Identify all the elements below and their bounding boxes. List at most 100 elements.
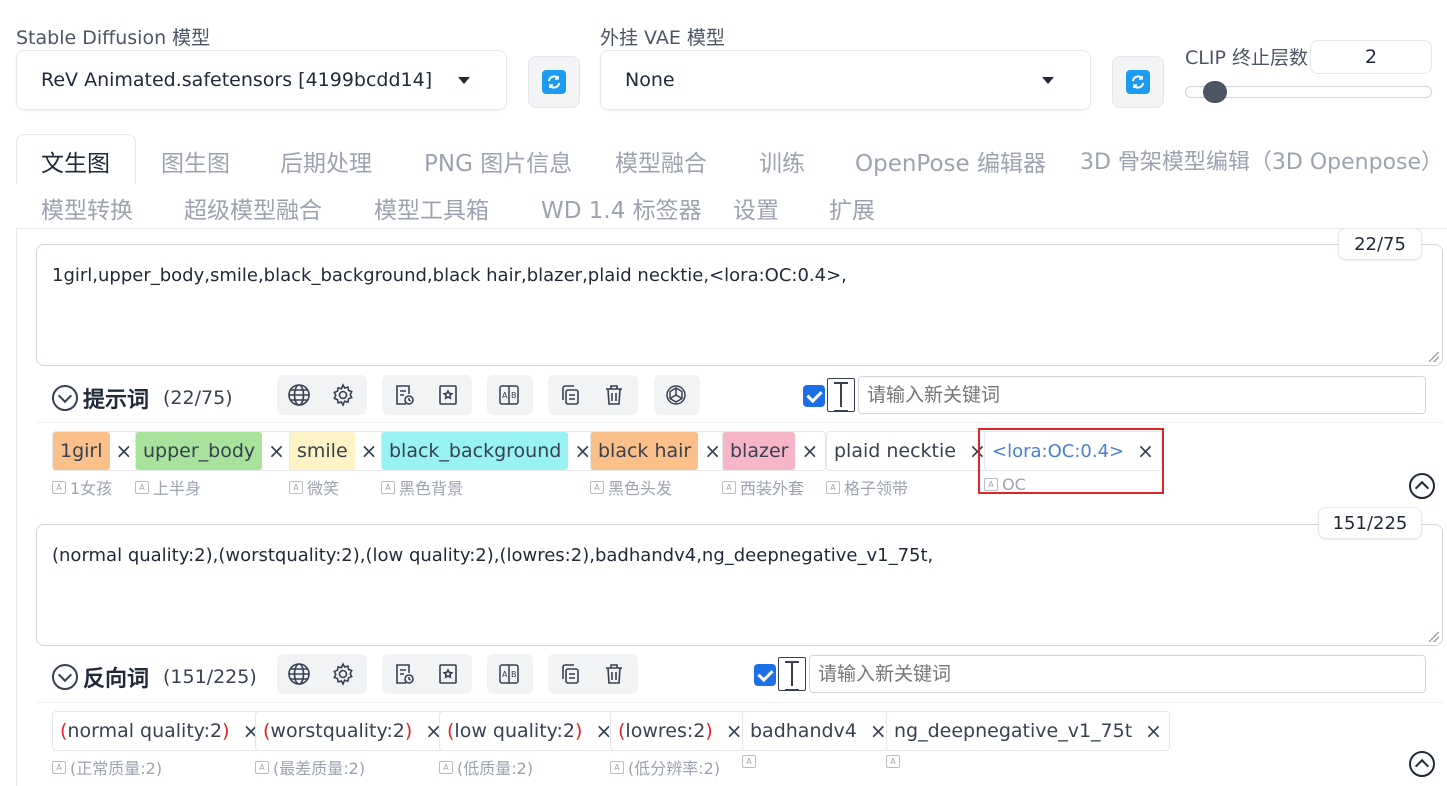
tag-text[interactable]: (normal quality:2) <box>53 712 237 750</box>
tag-item[interactable]: upper_body × A 上半身 <box>135 431 293 499</box>
negative-prompt-textarea[interactable]: (normal quality:2),(worstquality:2),(low… <box>36 524 1443 646</box>
tab-png-info[interactable]: PNG 图片信息 <box>424 144 572 178</box>
tab-openpose-editor[interactable]: OpenPose 编辑器 <box>855 144 1046 178</box>
tag-item[interactable]: plaid necktie × A 格子领带 <box>826 431 994 499</box>
tag-item-embedding[interactable]: badhandv4 × A <box>742 711 895 768</box>
history-icon[interactable] <box>382 375 426 415</box>
vae-refresh-button[interactable] <box>1112 56 1164 108</box>
prompt-token-counter: 22/75 <box>1338 228 1422 260</box>
tag-translation: (最差质量:2) <box>273 759 366 778</box>
bookmark-icon[interactable] <box>426 375 470 415</box>
trash-icon[interactable] <box>592 654 636 694</box>
tab-3d-openpose[interactable]: 3D 骨架模型编辑（3D Openpose） <box>1080 144 1443 176</box>
text-cursor-icon <box>827 378 855 412</box>
tag-text[interactable]: black_background <box>382 432 569 470</box>
tab-model-toolkit[interactable]: 模型工具箱 <box>374 191 489 225</box>
tag-item[interactable]: (lowres:2) × A (低分辨率:2) <box>610 711 751 779</box>
tag-item[interactable]: black_background × A 黑色背景 <box>381 431 600 499</box>
collapse-icon[interactable] <box>1409 473 1435 499</box>
tag-item[interactable]: (low quality:2) × A (低质量:2) <box>439 711 621 779</box>
tag-text[interactable]: upper_body <box>136 432 263 470</box>
tag-item[interactable]: blazer × A 西装外套 <box>722 431 827 499</box>
tag-item[interactable]: (worstquality:2) × A (最差质量:2) <box>255 711 451 779</box>
trash-icon[interactable] <box>592 375 636 415</box>
collapse-icon[interactable] <box>1409 751 1435 777</box>
tag-text[interactable]: blazer <box>723 432 796 470</box>
globe-icon[interactable] <box>277 654 321 694</box>
close-icon[interactable]: × <box>262 439 292 463</box>
tag-item-embedding[interactable]: ng_deepnegative_v1_75t × A <box>886 711 1170 768</box>
gear-icon[interactable] <box>321 654 365 694</box>
tab-wd14-tagger[interactable]: WD 1.4 标签器 <box>541 191 702 225</box>
vae-model-label: 外挂 VAE 模型 <box>600 27 725 49</box>
tag-item[interactable]: smile × A 微笑 <box>289 431 386 499</box>
tag-item[interactable]: black hair × A 黑色头发 <box>590 431 730 499</box>
negative-toolbar: 反向词 (151/225) AB <box>36 654 1443 694</box>
prompt-keyword-input[interactable] <box>858 376 1426 414</box>
vae-model-dropdown[interactable]: None <box>600 50 1091 110</box>
chevron-down-icon <box>458 77 470 84</box>
tab-extras[interactable]: 后期处理 <box>280 144 372 178</box>
prompt-tool-group-3: AB <box>487 375 533 415</box>
clip-skip-input[interactable]: 2 <box>1310 40 1432 74</box>
tag-text[interactable]: badhandv4 <box>743 712 864 750</box>
negative-enable-checkbox[interactable] <box>754 664 776 686</box>
tag-text[interactable]: (worstquality:2) <box>256 712 419 750</box>
tag-translation: 1女孩 <box>70 479 113 498</box>
tab-model-converter[interactable]: 模型转换 <box>41 191 133 225</box>
highlight-box <box>978 428 1164 494</box>
copy-icon[interactable] <box>548 654 592 694</box>
tag-item[interactable]: 1girl × A 1女孩 <box>52 431 141 499</box>
tag-text[interactable]: (low quality:2) <box>440 712 589 750</box>
tab-train[interactable]: 训练 <box>759 144 805 178</box>
translate-icon[interactable]: AB <box>487 375 531 415</box>
tag-text[interactable]: ng_deepnegative_v1_75t <box>887 712 1139 750</box>
bookmark-icon[interactable] <box>426 654 470 694</box>
tab-img2img[interactable]: 图生图 <box>161 144 230 178</box>
resize-handle[interactable] <box>1429 632 1439 642</box>
tab-extensions[interactable]: 扩展 <box>829 191 875 225</box>
translate-icon: A <box>722 480 736 494</box>
copy-icon[interactable] <box>548 375 592 415</box>
close-icon[interactable]: × <box>795 439 825 463</box>
prompt-enable-checkbox[interactable] <box>803 385 825 407</box>
prompt-title: 提示词 <box>83 388 150 413</box>
sd-refresh-button[interactable] <box>528 56 580 108</box>
prompt-text: 1girl,upper_body,smile,black_background,… <box>52 265 847 286</box>
clip-skip-slider-thumb[interactable] <box>1203 81 1227 103</box>
tag-translation: 上半身 <box>153 479 202 498</box>
tab-checkpoint-merger[interactable]: 模型融合 <box>615 144 707 178</box>
text-cursor-icon <box>778 657 806 691</box>
globe-icon[interactable] <box>277 375 321 415</box>
prompt-textarea[interactable]: 1girl,upper_body,smile,black_background,… <box>36 244 1443 366</box>
prompt-toolbar: 提示词 (22/75) AB <box>36 375 1443 415</box>
tab-settings[interactable]: 设置 <box>733 191 779 225</box>
tag-text[interactable]: black hair <box>591 432 699 470</box>
tag-text[interactable]: 1girl <box>53 432 110 470</box>
tag-translation: 黑色头发 <box>608 479 673 498</box>
translate-icon[interactable]: AB <box>487 654 531 694</box>
resize-handle[interactable] <box>1429 352 1439 362</box>
negative-keyword-input[interactable] <box>809 655 1426 693</box>
openai-icon[interactable] <box>654 375 698 415</box>
tag-text[interactable]: smile <box>290 432 355 470</box>
collapse-icon <box>52 385 78 411</box>
prompt-section-header[interactable]: 提示词 (22/75) <box>52 382 233 414</box>
close-icon[interactable]: × <box>1139 719 1169 743</box>
svg-text:A: A <box>502 670 508 679</box>
translate-icon: A <box>590 480 604 494</box>
sd-model-value: ReV Animated.safetensors [4199bcdd14] <box>41 69 433 91</box>
tab-supermerger[interactable]: 超级模型融合 <box>184 191 322 225</box>
tag-text[interactable]: (lowres:2) <box>611 712 720 750</box>
tag-translation: 格子领带 <box>844 479 909 498</box>
tag-text[interactable]: plaid necktie <box>827 432 963 470</box>
tag-translation: (低质量:2) <box>457 759 534 778</box>
translate-icon: A <box>826 480 840 494</box>
history-icon[interactable] <box>382 654 426 694</box>
sd-model-dropdown[interactable]: ReV Animated.safetensors [4199bcdd14] <box>16 50 507 110</box>
negative-section-header[interactable]: 反向词 (151/225) <box>52 661 257 693</box>
tag-item[interactable]: (normal quality:2) × A (正常质量:2) <box>52 711 268 779</box>
gear-icon[interactable] <box>321 375 365 415</box>
tab-txt2img[interactable]: 文生图 <box>41 144 110 178</box>
close-icon[interactable]: × <box>355 439 385 463</box>
